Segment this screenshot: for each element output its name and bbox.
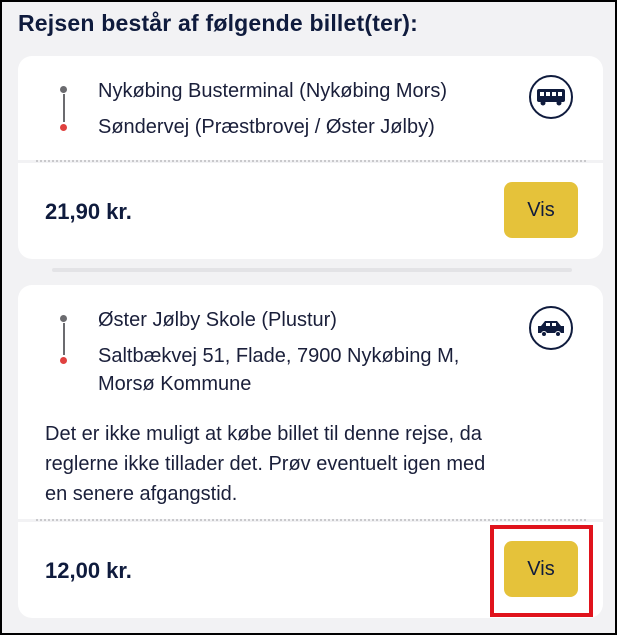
- ticket-1-price: 21,90 kr.: [45, 199, 132, 224]
- ticket-2-note-line-1: Det er ikke muligt at købe billet til de…: [45, 423, 482, 445]
- ticket-2-price: 12,00 kr.: [45, 558, 132, 583]
- car-icon: [529, 306, 573, 350]
- bus-icon: [529, 75, 573, 119]
- ticket-2-to-stop-line-1: Saltbækvej 51, Flade, 7900 Nykøbing M,: [98, 345, 460, 367]
- divider: [36, 160, 586, 162]
- ticket-1-route-card: Nykøbing Busterminal (Nykøbing Mors) Søn…: [18, 56, 603, 160]
- ticket-1-to-stop: Søndervej (Præstbrovej / Øster Jølby): [98, 116, 435, 138]
- ticket-separator: [52, 268, 572, 272]
- highlight-box: [490, 525, 593, 617]
- ticket-1-vis-button[interactable]: Vis: [504, 182, 578, 238]
- divider: [36, 519, 586, 521]
- ticket-2-to-stop-line-2: Morsø Kommune: [98, 373, 252, 395]
- ticket-2-route-card: Øster Jølby Skole (Plustur) Saltbækvej 5…: [18, 285, 603, 519]
- ticket-2-note-line-3: en senere afgangstid.: [45, 483, 238, 505]
- ticket-2-from-stop: Øster Jølby Skole (Plustur): [98, 309, 337, 331]
- ticket-1-price-card: 21,90 kr. Vis: [18, 163, 603, 259]
- ticket-1-from-stop: Nykøbing Busterminal (Nykøbing Mors): [98, 80, 447, 102]
- page-title: Rejsen består af følgende billet(ter):: [18, 10, 418, 36]
- ticket-2-note-line-2: reglerne ikke tillader det. Prøv eventue…: [45, 453, 486, 475]
- ticket-2-purchase-note: Det er ikke muligt at købe billet til de…: [45, 419, 575, 509]
